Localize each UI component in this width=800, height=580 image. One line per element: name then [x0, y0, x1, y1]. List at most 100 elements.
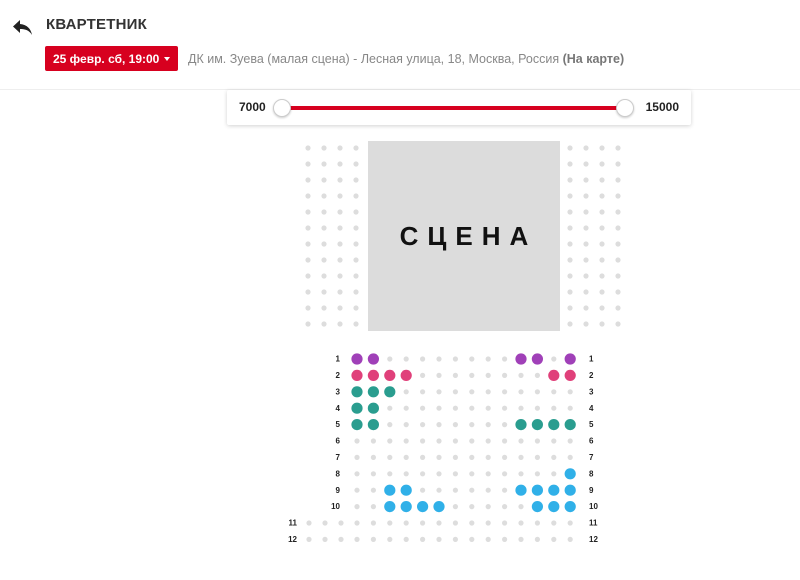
seat-available[interactable] — [367, 353, 379, 365]
seat-available[interactable] — [433, 501, 445, 513]
seat-available[interactable] — [564, 501, 576, 513]
side-seat-dot — [305, 289, 311, 295]
side-seat-dot — [583, 145, 589, 151]
side-seat-dot — [583, 161, 589, 167]
seat-available[interactable] — [564, 369, 576, 381]
seat-available[interactable] — [531, 484, 544, 496]
side-seat-dot — [353, 225, 359, 231]
seat-available[interactable] — [400, 501, 412, 513]
seat-taken — [322, 536, 328, 543]
side-seat-dot — [321, 241, 327, 247]
price-slider-track[interactable] — [282, 106, 626, 110]
seat-taken — [452, 520, 458, 526]
seat-available[interactable] — [351, 402, 363, 414]
seat-taken — [551, 454, 557, 460]
side-seat-dot — [615, 257, 621, 263]
row-label-left: 11 — [289, 519, 298, 528]
back-arrow-icon[interactable] — [12, 19, 34, 37]
seat-available[interactable] — [564, 353, 576, 365]
seat-available[interactable] — [548, 369, 560, 381]
side-seat-dot — [305, 161, 311, 167]
side-seat-dot — [583, 321, 589, 327]
seat-available[interactable] — [400, 369, 412, 381]
seat-taken — [469, 405, 475, 411]
seat-available[interactable] — [367, 402, 379, 414]
side-seat-dot — [567, 241, 573, 247]
seat-taken — [420, 389, 426, 395]
side-seat-dot — [321, 161, 327, 167]
side-seat-dot — [615, 209, 621, 215]
seat-available[interactable] — [351, 369, 363, 381]
seat-taken — [354, 454, 360, 460]
seat-available[interactable] — [384, 386, 396, 398]
side-seat-dot — [615, 321, 621, 327]
seat-available[interactable] — [548, 484, 560, 496]
seat-taken — [420, 536, 426, 543]
seat-taken — [502, 520, 508, 526]
seat-taken — [469, 504, 475, 510]
seat-taken — [485, 422, 491, 428]
seat-taken — [469, 454, 475, 460]
seat-available[interactable] — [367, 369, 379, 381]
seat-available[interactable] — [515, 353, 527, 365]
seat-taken — [420, 422, 426, 428]
row-label-left: 3 — [336, 387, 341, 396]
seat-available[interactable] — [564, 419, 576, 431]
seat-taken — [534, 471, 541, 477]
row-label-left: 10 — [331, 502, 340, 511]
seat-taken — [485, 405, 491, 411]
map-link[interactable]: (На карте) — [563, 52, 625, 66]
seat-available[interactable] — [351, 419, 363, 431]
seat-taken — [403, 422, 409, 428]
price-min-handle[interactable] — [273, 99, 291, 117]
seat-available[interactable] — [384, 369, 396, 381]
row-label-right: 2 — [589, 371, 594, 380]
seat-available[interactable] — [548, 501, 560, 513]
seat-taken — [370, 536, 376, 543]
seat-available[interactable] — [384, 484, 396, 496]
seat-taken — [469, 438, 475, 444]
seat-available[interactable] — [367, 419, 379, 431]
side-seat-dot — [337, 289, 343, 295]
seat-available[interactable] — [351, 386, 363, 398]
side-seat-dot — [321, 193, 327, 199]
seat-taken — [452, 471, 458, 477]
row-label-left: 1 — [336, 355, 341, 364]
seat-taken — [452, 405, 458, 411]
seat-taken — [534, 405, 541, 411]
price-filter: 7000 15000 — [227, 90, 691, 125]
seat-taken — [420, 520, 426, 526]
seat-available[interactable] — [564, 484, 576, 496]
seat-available[interactable] — [564, 468, 576, 480]
seat-available[interactable] — [400, 484, 412, 496]
side-seat-dot — [353, 193, 359, 199]
seat-taken — [436, 454, 442, 460]
seat-available[interactable] — [367, 386, 379, 398]
seat-taken — [452, 422, 458, 428]
seat-taken — [354, 471, 360, 477]
seat-available[interactable] — [351, 353, 363, 365]
seat-taken — [502, 504, 508, 510]
seat-available[interactable] — [531, 419, 544, 431]
side-seat-dot — [321, 321, 327, 327]
seat-available[interactable] — [515, 419, 527, 431]
seat-taken — [370, 520, 376, 526]
seat-available[interactable] — [384, 501, 396, 513]
seat-available[interactable] — [531, 353, 544, 365]
side-seat-dot — [615, 161, 621, 167]
seat-available[interactable] — [531, 501, 544, 513]
price-max-handle[interactable] — [616, 99, 634, 117]
side-seat-dot — [305, 273, 311, 279]
side-seat-dot — [321, 145, 327, 151]
side-seat-dot — [567, 289, 573, 295]
seat-available[interactable] — [417, 501, 429, 513]
date-select-button[interactable]: 25 февр. сб, 19:00 — [45, 46, 179, 71]
seat-taken — [403, 356, 409, 362]
seat-available[interactable] — [515, 484, 527, 496]
seat-taken — [485, 356, 491, 362]
seat-taken — [436, 405, 442, 411]
side-seat-dot — [305, 177, 311, 183]
side-seat-dot — [305, 193, 311, 199]
seat-available[interactable] — [548, 419, 560, 431]
seat-taken — [502, 356, 508, 362]
